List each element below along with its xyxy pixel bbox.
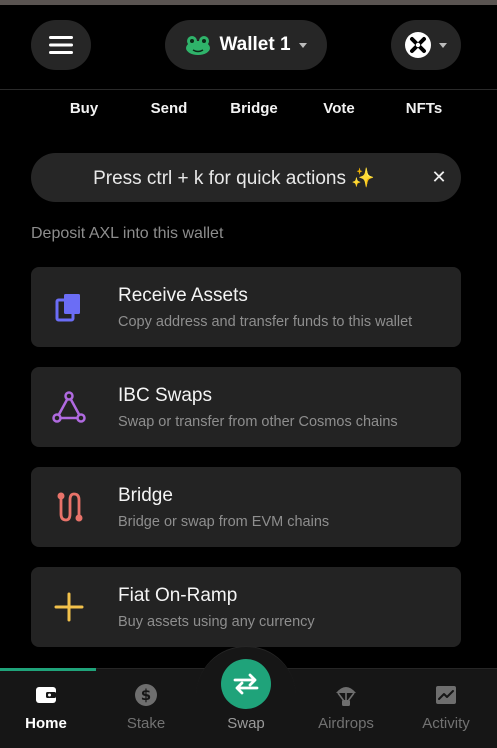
nav-activity[interactable]: Activity <box>406 683 486 743</box>
bridge-route-icon <box>51 489 87 525</box>
menu-button[interactable] <box>31 20 91 70</box>
bridge-link[interactable]: Bridge <box>214 100 294 124</box>
swap-button[interactable] <box>221 659 271 709</box>
wallet-name: Wallet 1 <box>219 34 291 55</box>
dollar-coin-icon: $ <box>135 684 157 706</box>
card-title: IBC Swaps <box>118 385 212 406</box>
header-divider <box>0 89 497 90</box>
card-description: Bridge or swap from EVM chains <box>118 514 330 530</box>
send-link[interactable]: Send <box>129 100 209 124</box>
nav-activity-label: Activity <box>422 715 470 732</box>
quick-action-nav: Buy Send Bridge Vote NFTs <box>44 100 464 124</box>
triangle-network-icon <box>51 389 87 425</box>
close-icon[interactable]: ✕ <box>417 167 461 188</box>
chevron-down-icon <box>439 42 447 48</box>
hamburger-menu-icon <box>49 36 73 54</box>
bridge-card[interactable]: Bridge Bridge or swap from EVM chains <box>31 467 461 547</box>
nav-home[interactable]: Home <box>6 683 86 743</box>
card-description: Buy assets using any currency <box>118 614 315 630</box>
copy-icon <box>51 289 87 325</box>
card-title: Bridge <box>118 485 173 506</box>
wallet-selector-button[interactable]: Wallet 1 <box>165 20 327 70</box>
receive-assets-card[interactable]: Receive Assets Copy address and transfer… <box>31 267 461 347</box>
nav-stake-label: Stake <box>126 715 166 732</box>
banner-text: Press ctrl + k for quick actions ✨ <box>93 167 375 189</box>
wallet-icon <box>36 687 56 703</box>
card-description: Swap or transfer from other Cosmos chain… <box>118 414 398 430</box>
airdrop-parachute-icon <box>336 687 356 706</box>
section-label: Deposit AXL into this wallet <box>31 225 224 242</box>
chain-selector-button[interactable] <box>391 20 461 70</box>
swap-arrows-icon <box>233 673 259 695</box>
frog-icon <box>186 36 211 55</box>
fiat-on-ramp-card[interactable]: Fiat On-Ramp Buy assets using any curren… <box>31 567 461 647</box>
card-title: Fiat On-Ramp <box>118 585 238 606</box>
plus-icon <box>51 589 87 625</box>
ibc-swaps-card[interactable]: IBC Swaps Swap or transfer from other Co… <box>31 367 461 447</box>
svg-text:$: $ <box>141 686 151 704</box>
vote-link[interactable]: Vote <box>299 100 379 124</box>
nav-airdrops[interactable]: Airdrops <box>306 683 386 743</box>
loading-progress-bar <box>0 668 96 671</box>
nav-stake[interactable]: $ Stake <box>106 683 186 743</box>
activity-chart-icon <box>436 686 456 704</box>
chevron-down-icon <box>298 42 307 48</box>
axelar-logo-icon <box>405 32 431 58</box>
buy-link[interactable]: Buy <box>44 100 124 124</box>
header: Wallet 1 <box>0 5 497 89</box>
quick-actions-banner: Press ctrl + k for quick actions ✨ ✕ <box>31 153 461 202</box>
nav-swap-label: Swap <box>227 715 265 732</box>
card-description: Copy address and transfer funds to this … <box>118 314 413 330</box>
nav-home-label: Home <box>25 715 67 732</box>
nav-airdrops-label: Airdrops <box>318 715 374 732</box>
card-title: Receive Assets <box>118 285 248 306</box>
nfts-link[interactable]: NFTs <box>384 100 464 124</box>
